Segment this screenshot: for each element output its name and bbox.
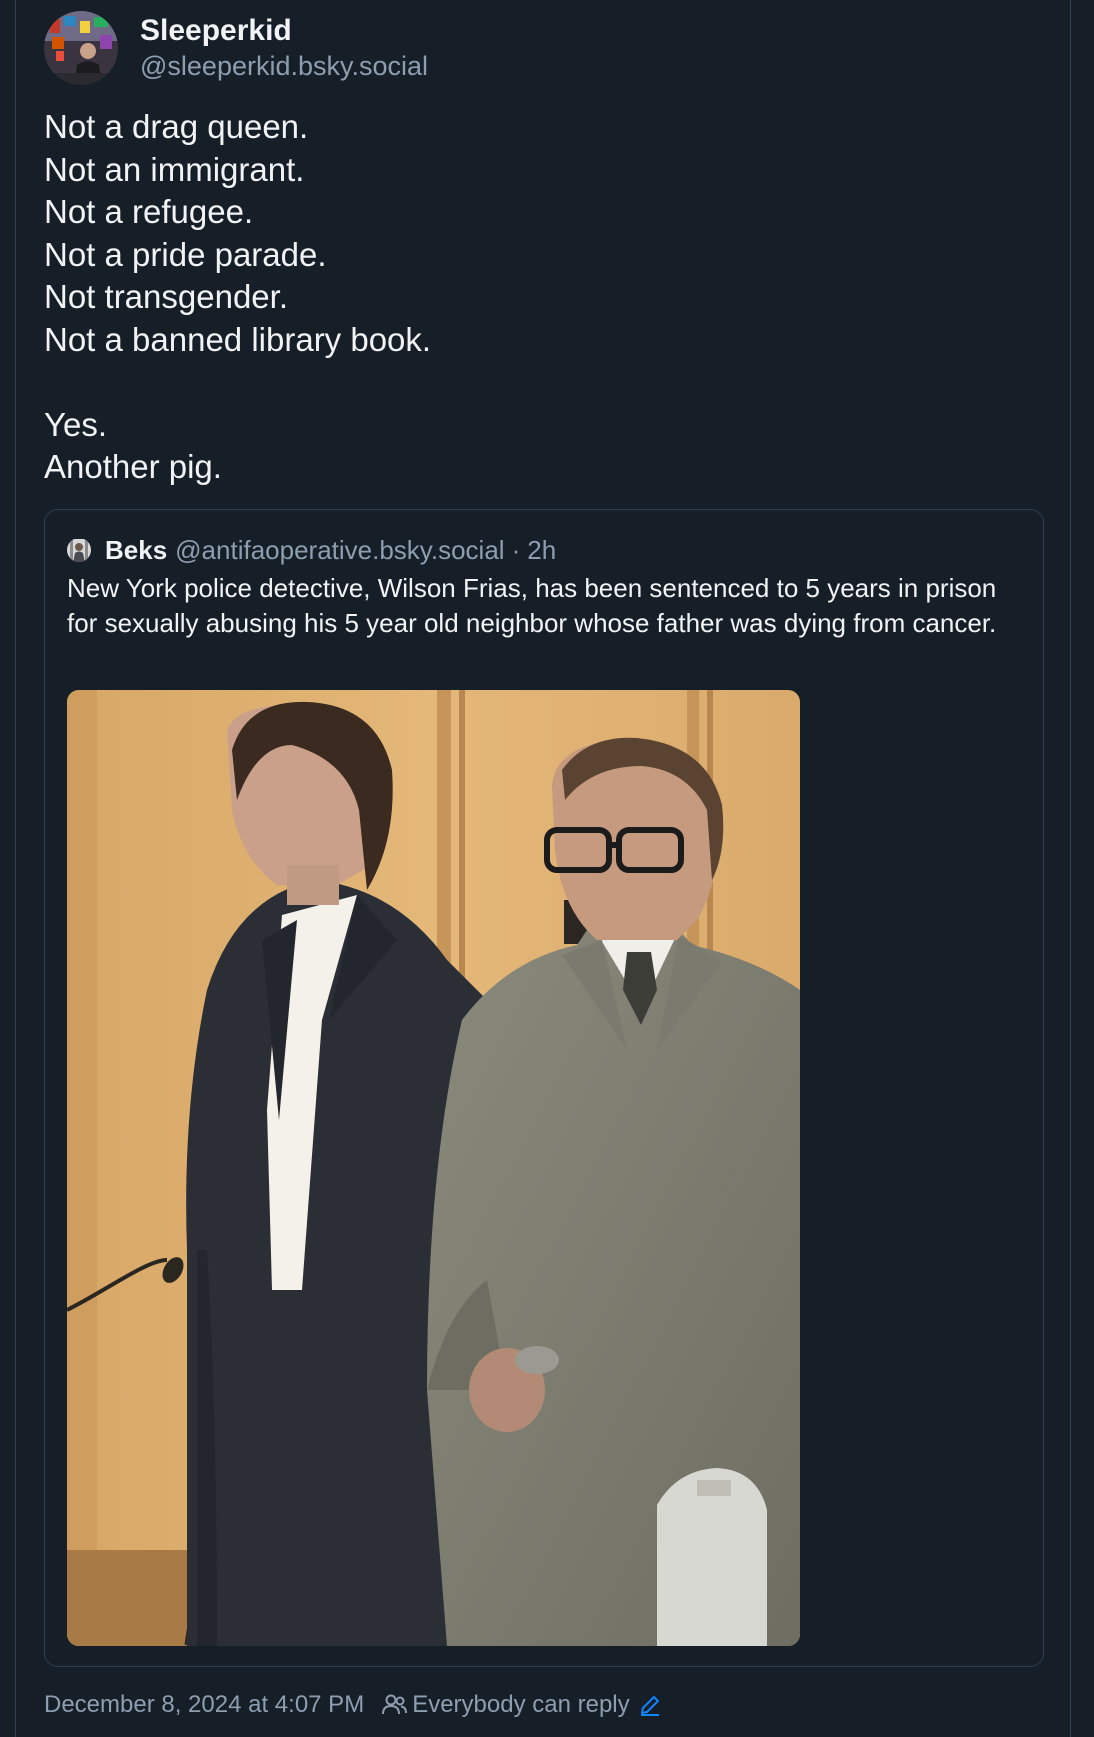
- author-handle[interactable]: @sleeperkid.bsky.social: [140, 49, 428, 83]
- post-footer: December 8, 2024 at 4:07 PM Everybody ca…: [44, 1690, 662, 1720]
- post-thread-item: Sleeperkid @sleeperkid.bsky.social Not a…: [15, 0, 1071, 1737]
- reply-setting-button[interactable]: Everybody can reply: [380, 1690, 661, 1720]
- author-display-name[interactable]: Sleeperkid: [140, 13, 428, 49]
- pencil-icon[interactable]: [638, 1693, 662, 1717]
- people-icon: [382, 1694, 408, 1715]
- author-avatar-image: [44, 11, 118, 85]
- author-names: Sleeperkid @sleeperkid.bsky.social: [140, 13, 428, 83]
- quoted-post-image[interactable]: [67, 690, 800, 1646]
- quoted-post-header: Beks @antifaoperative.bsky.social · 2h: [67, 534, 556, 566]
- post-author-row[interactable]: Sleeperkid @sleeperkid.bsky.social: [44, 10, 428, 86]
- quoted-author-avatar[interactable]: [67, 538, 91, 562]
- quoted-post-age[interactable]: 2h: [527, 534, 556, 566]
- quoted-post-text: New York police detective, Wilson Frias,…: [67, 573, 997, 638]
- quoted-author-display-name[interactable]: Beks: [105, 534, 167, 566]
- quoted-post-card[interactable]: Beks @antifaoperative.bsky.social · 2h N…: [44, 509, 1044, 1667]
- post-text: Not a drag queen. Not an immigrant. Not …: [44, 108, 432, 485]
- post-timestamp: December 8, 2024 at 4:07 PM: [44, 1691, 365, 1718]
- courtroom-photo: [67, 690, 800, 1646]
- quoted-post-separator: ·: [511, 535, 521, 565]
- author-avatar[interactable]: [44, 11, 118, 85]
- quoted-author-handle[interactable]: @antifaoperative.bsky.social: [175, 534, 504, 566]
- reply-setting-label: Everybody can reply: [412, 1691, 630, 1718]
- quoted-author-avatar-image: [67, 539, 91, 562]
